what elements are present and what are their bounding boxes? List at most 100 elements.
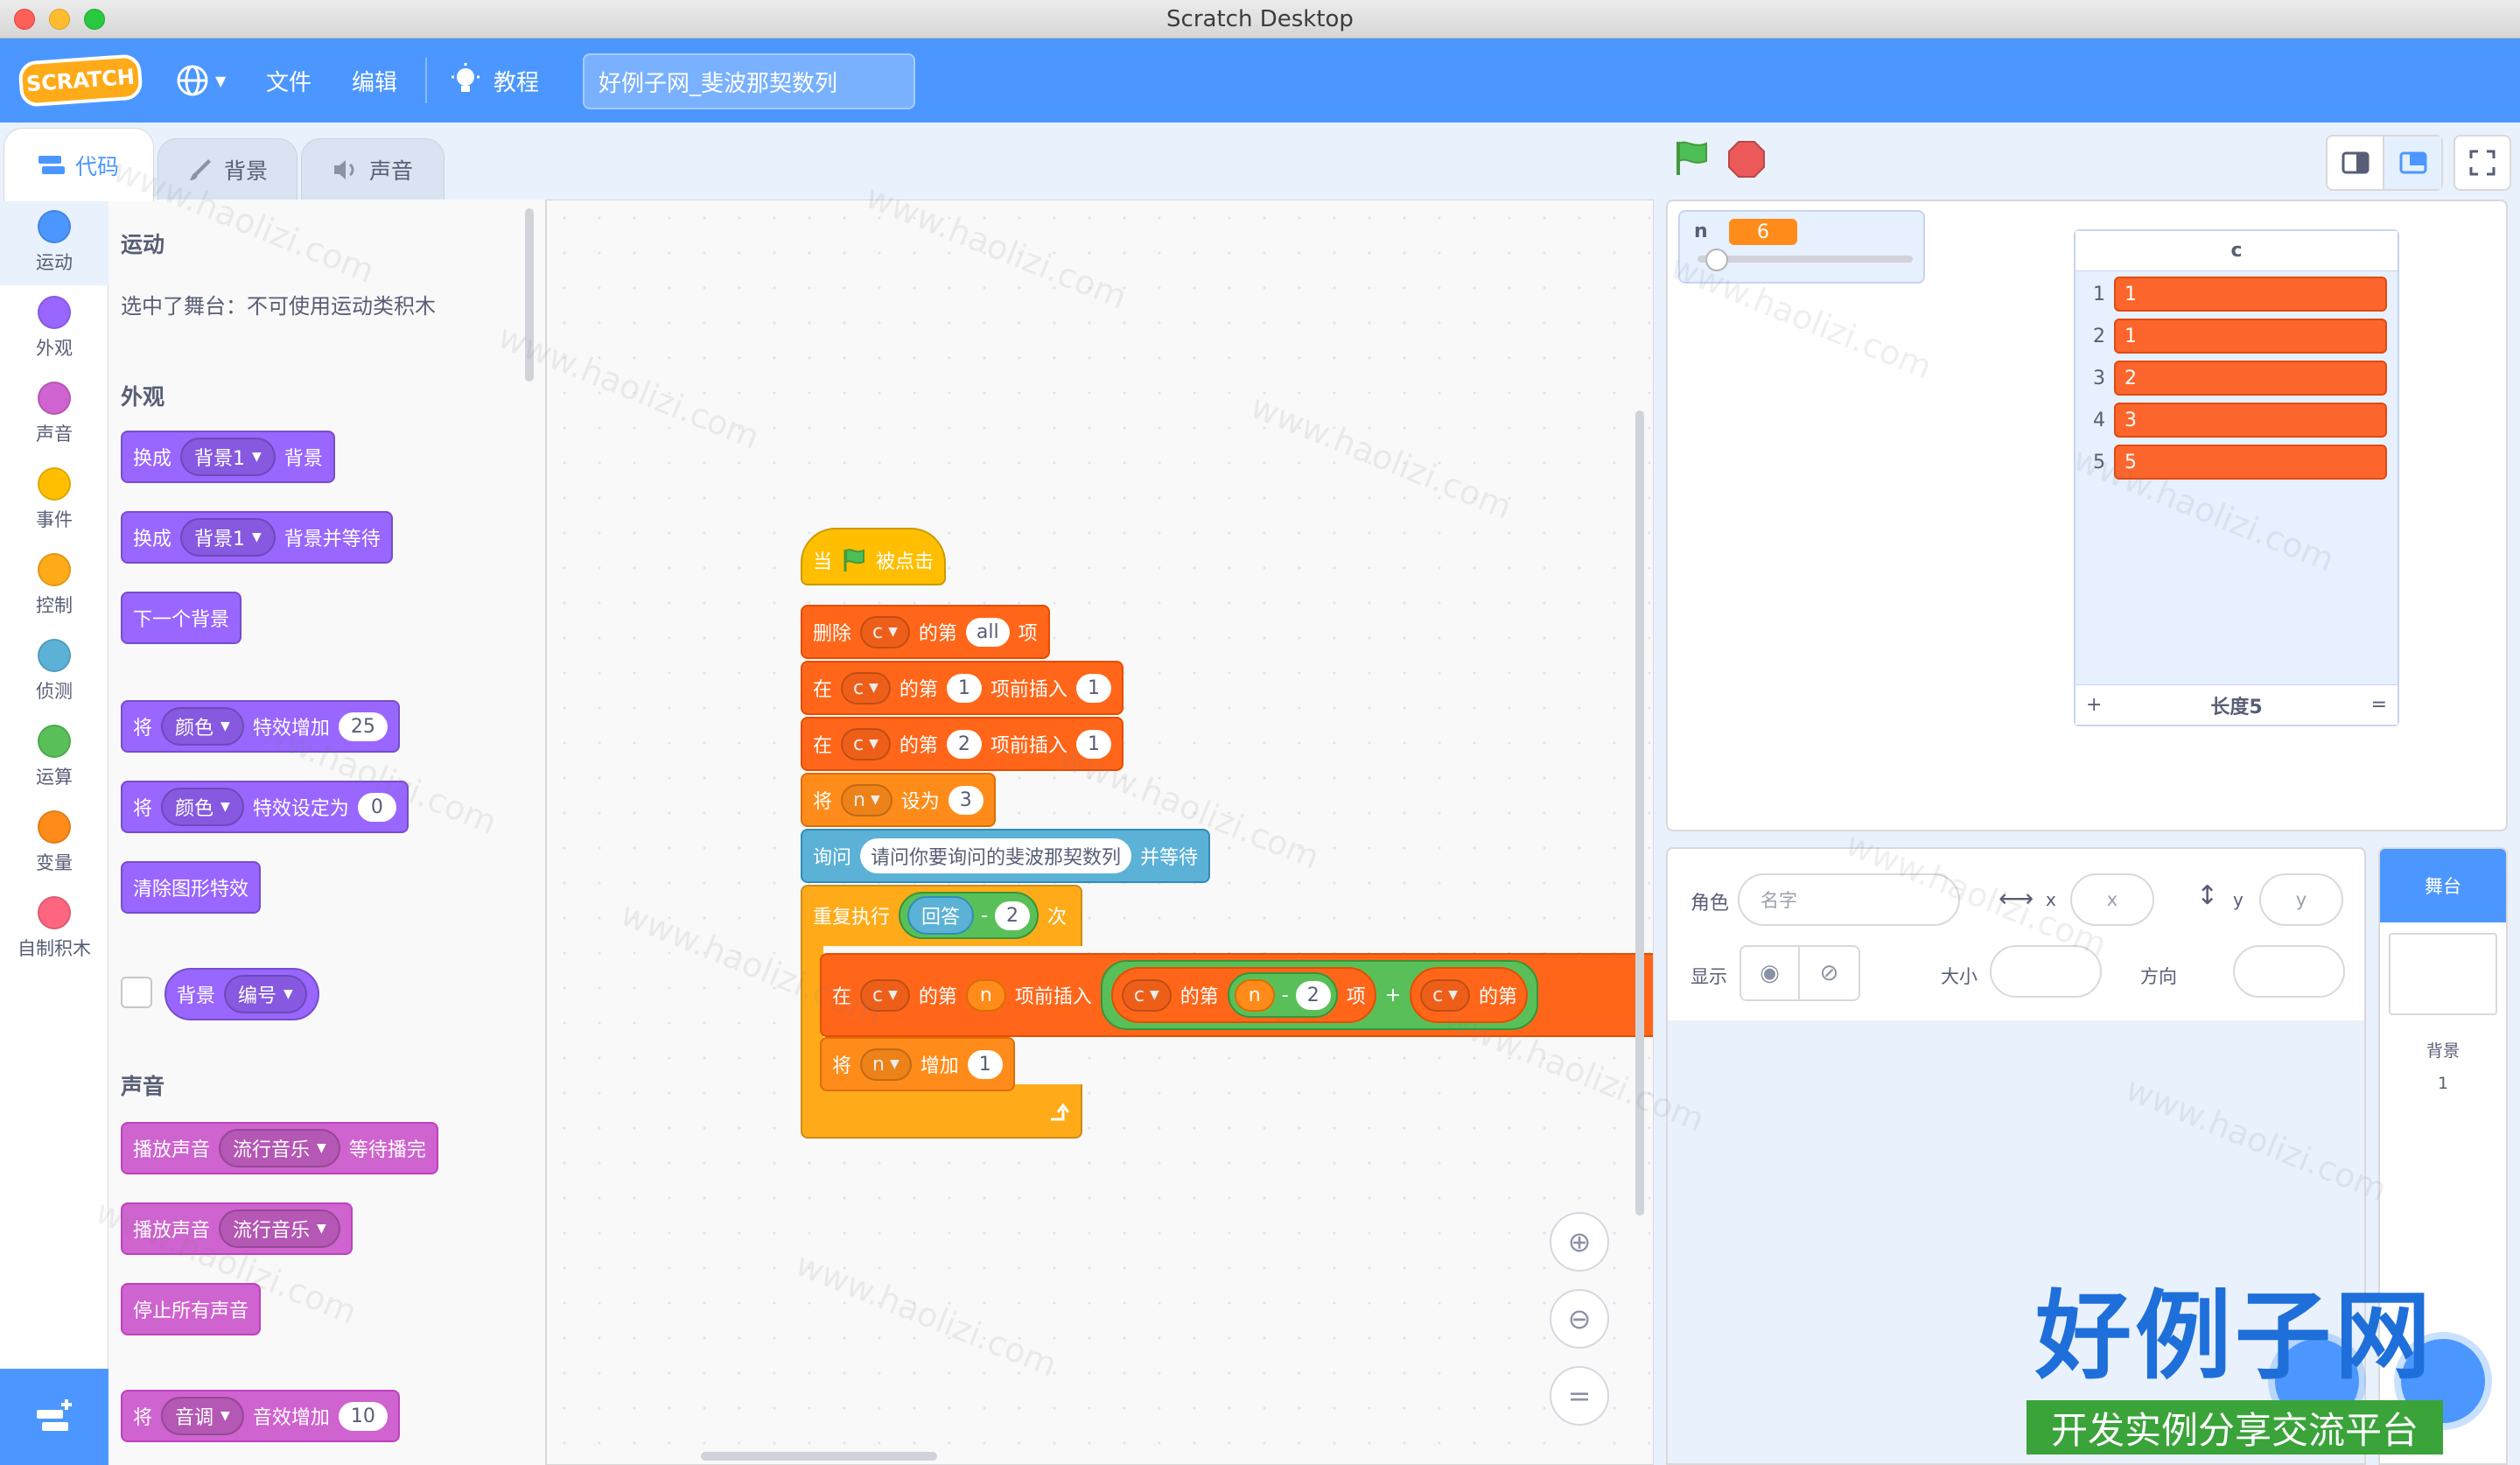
- tab-sounds[interactable]: 声音: [301, 138, 444, 201]
- when-flag-clicked-block[interactable]: 当 被点击: [801, 528, 947, 585]
- sound-dropdown[interactable]: 流行音乐 ▼: [219, 1209, 340, 1248]
- edit-menu[interactable]: 编辑: [352, 65, 397, 97]
- tab-backdrops[interactable]: 背景: [158, 138, 298, 201]
- change-variable-block[interactable]: 将 n ▼ 增加 1: [820, 1037, 1015, 1091]
- backdrop-dropdown[interactable]: 背景1 ▼: [180, 438, 276, 476]
- tab-code[interactable]: 代码: [4, 128, 154, 201]
- variable-monitor[interactable]: n 6: [1678, 210, 1925, 284]
- category-events[interactable]: 事件: [0, 457, 108, 543]
- number-input[interactable]: 0: [357, 792, 396, 822]
- list-dropdown[interactable]: c ▼: [1121, 978, 1172, 1012]
- green-flag-button[interactable]: [1671, 138, 1712, 179]
- category-operators[interactable]: 运算: [0, 714, 108, 800]
- list-item[interactable]: 43: [2084, 401, 2392, 439]
- reporter-checkbox[interactable]: [121, 977, 152, 1008]
- index-input[interactable]: all: [965, 617, 1010, 647]
- category-motion[interactable]: 运动: [0, 200, 108, 285]
- change-effect-block[interactable]: 将 颜色 ▼ 特效增加 25: [121, 700, 400, 753]
- subtract-operator[interactable]: n - 2: [1227, 972, 1338, 1018]
- item-of-list-reporter[interactable]: c ▼ 的第: [1410, 967, 1529, 1023]
- sprite-name-input[interactable]: 名字: [1738, 873, 1960, 926]
- list-item[interactable]: 11: [2084, 275, 2392, 313]
- start-sound-block[interactable]: 播放声音 流行音乐 ▼: [121, 1202, 353, 1255]
- category-sound[interactable]: 声音: [0, 371, 108, 457]
- answer-reporter[interactable]: 回答: [907, 896, 975, 935]
- next-backdrop-block[interactable]: 下一个背景: [121, 592, 242, 644]
- effect-dropdown[interactable]: 颜色 ▼: [161, 707, 244, 746]
- subtract-operator[interactable]: 回答 - 2: [899, 892, 1039, 939]
- zoom-out-button[interactable]: ⊖: [1550, 1289, 1609, 1349]
- number-input[interactable]: 2: [1295, 980, 1331, 1010]
- large-stage-button[interactable]: [2384, 137, 2441, 189]
- small-stage-button[interactable]: [2328, 137, 2385, 189]
- x-input[interactable]: x: [2070, 873, 2154, 926]
- tutorials-menu[interactable]: 教程: [450, 60, 539, 102]
- clear-effects-block[interactable]: 清除图形特效: [121, 861, 262, 914]
- switch-backdrop-wait-block[interactable]: 换成 背景1 ▼ 背景并等待: [121, 511, 393, 564]
- insert-at-list-block[interactable]: 在 c ▼ 的第 1 项前插入 1: [801, 661, 1124, 715]
- palette-scrollbar[interactable]: [525, 208, 534, 382]
- scratch-logo[interactable]: SCRATCH: [18, 53, 144, 108]
- stage[interactable]: n 6 c 11 21 32 43 55 + 长度5 =: [1666, 200, 2508, 831]
- change-sound-effect-block[interactable]: 将 音调 ▼ 音效增加 10: [121, 1390, 400, 1442]
- list-dropdown[interactable]: c ▼: [860, 978, 910, 1012]
- play-sound-until-done-block[interactable]: 播放声音 流行音乐 ▼ 等待播完: [121, 1122, 438, 1174]
- effect-dropdown[interactable]: 颜色 ▼: [161, 788, 244, 826]
- switch-backdrop-block[interactable]: 换成 背景1 ▼ 背景: [121, 431, 335, 483]
- backdrop-dropdown[interactable]: 背景1 ▼: [180, 518, 276, 557]
- file-menu[interactable]: 文件: [266, 65, 312, 97]
- sound-dropdown[interactable]: 流行音乐 ▼: [219, 1129, 340, 1167]
- ask-and-wait-block[interactable]: 询问 请问你要询问的斐波那契数列 并等待: [801, 829, 1211, 883]
- list-dropdown[interactable]: c ▼: [860, 615, 910, 648]
- sound-effect-dropdown[interactable]: 音调 ▼: [161, 1397, 244, 1435]
- list-item[interactable]: 21: [2084, 317, 2392, 355]
- set-effect-block[interactable]: 将 颜色 ▼ 特效设定为 0: [121, 781, 409, 833]
- resize-handle[interactable]: =: [2371, 694, 2387, 716]
- value-input[interactable]: 1: [1075, 673, 1111, 703]
- list-dropdown[interactable]: c ▼: [841, 671, 891, 704]
- zoom-in-button[interactable]: ⊕: [1550, 1212, 1609, 1272]
- size-input[interactable]: [1990, 945, 2102, 998]
- backdrop-number-reporter[interactable]: 背景 编号 ▼: [164, 968, 319, 1020]
- stop-button[interactable]: [1727, 140, 1766, 179]
- list-dropdown[interactable]: c ▼: [1420, 978, 1471, 1012]
- category-my-blocks[interactable]: 自制积木: [0, 886, 108, 971]
- list-item[interactable]: 32: [2084, 359, 2392, 397]
- add-item-button[interactable]: +: [2086, 694, 2102, 716]
- direction-input[interactable]: [2233, 945, 2345, 998]
- project-title-input[interactable]: 好例子网_斐波那契数列: [583, 53, 915, 109]
- insert-sum-block[interactable]: 在 c ▼ 的第 n 项前插入 c ▼ 的第 n - 2 项 + c ▼ 的第: [820, 953, 1653, 1037]
- zoom-reset-button[interactable]: =: [1550, 1366, 1609, 1426]
- list-item[interactable]: 55: [2084, 443, 2392, 481]
- list-dropdown[interactable]: c ▼: [841, 727, 891, 761]
- number-input[interactable]: 25: [338, 711, 388, 741]
- number-name-dropdown[interactable]: 编号 ▼: [224, 975, 307, 1013]
- category-sensing[interactable]: 侦测: [0, 628, 108, 714]
- value-input[interactable]: 1: [1075, 729, 1111, 759]
- variable-reporter[interactable]: n: [965, 978, 1006, 1012]
- value-input[interactable]: 1: [967, 1049, 1003, 1079]
- number-input[interactable]: 10: [338, 1401, 388, 1431]
- stop-all-sounds-block[interactable]: 停止所有声音: [121, 1283, 262, 1335]
- question-input[interactable]: 请问你要询问的斐波那契数列: [860, 838, 1132, 873]
- workspace-vertical-scrollbar[interactable]: [1635, 410, 1644, 1216]
- category-control[interactable]: 控制: [0, 543, 108, 628]
- set-variable-block[interactable]: 将 n ▼ 设为 3: [801, 773, 996, 827]
- hide-sprite-button[interactable]: ⊘: [1800, 947, 1858, 999]
- slider-thumb[interactable]: [1705, 249, 1729, 271]
- show-sprite-button[interactable]: ◉: [1741, 947, 1801, 999]
- add-operator[interactable]: c ▼ 的第 n - 2 项 + c ▼ 的第: [1100, 960, 1539, 1030]
- index-input[interactable]: 2: [946, 729, 982, 759]
- add-extension-button[interactable]: [0, 1369, 108, 1465]
- number-input[interactable]: 2: [994, 901, 1030, 930]
- index-input[interactable]: 1: [946, 673, 982, 703]
- variable-dropdown[interactable]: n ▼: [860, 1048, 912, 1081]
- delete-all-of-list-block[interactable]: 删除 c ▼ 的第 all 项: [801, 605, 1050, 659]
- list-monitor[interactable]: c 11 21 32 43 55 + 长度5 =: [2074, 229, 2399, 726]
- category-looks[interactable]: 外观: [0, 285, 108, 371]
- insert-at-list-block[interactable]: 在 c ▼ 的第 2 项前插入 1: [801, 717, 1124, 771]
- full-screen-button[interactable]: [2454, 135, 2511, 191]
- item-of-list-reporter[interactable]: c ▼ 的第 n - 2 项: [1110, 967, 1376, 1023]
- workspace-horizontal-scrollbar[interactable]: [701, 1452, 937, 1461]
- variable-dropdown[interactable]: n ▼: [841, 783, 892, 817]
